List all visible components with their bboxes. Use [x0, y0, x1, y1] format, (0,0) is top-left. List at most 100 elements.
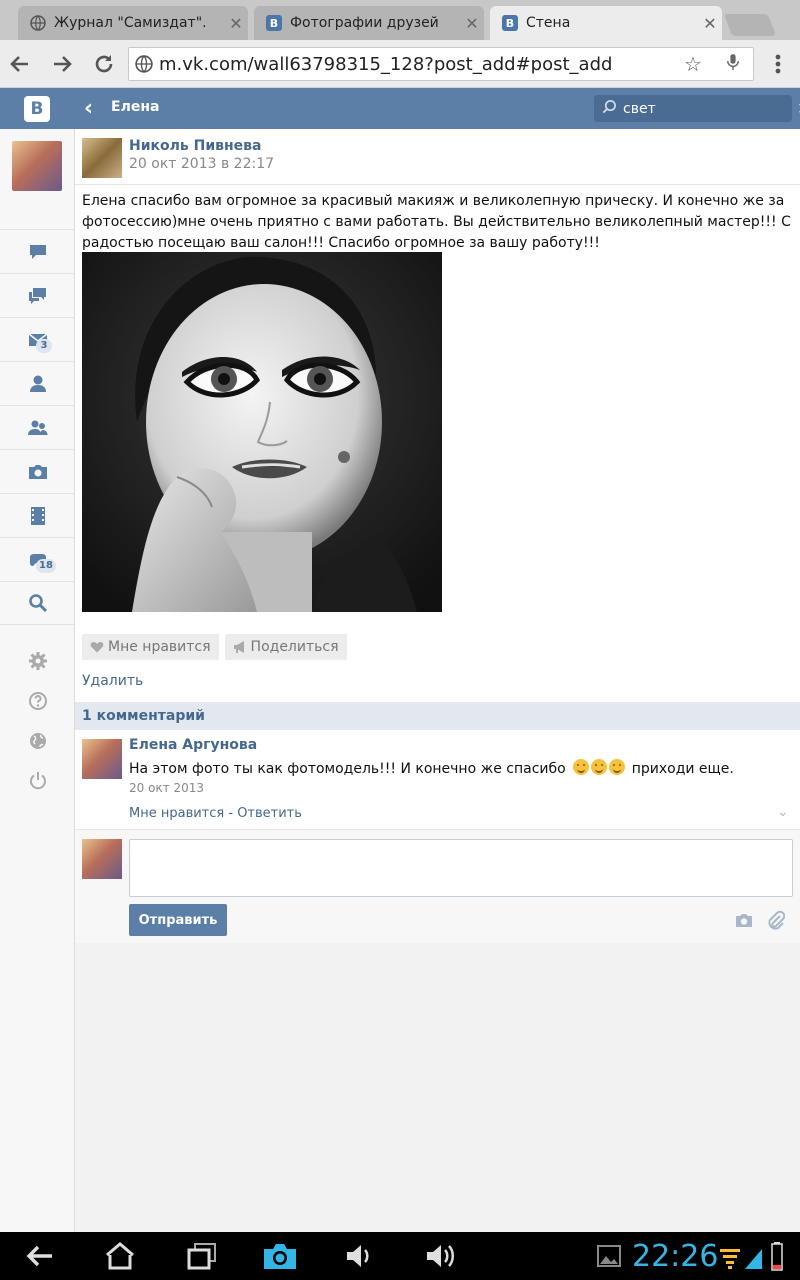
gallery-notification-icon	[597, 1245, 621, 1267]
comment-links: Мне нравится - Ответить	[129, 806, 302, 821]
forward-arrow-icon[interactable]	[50, 52, 74, 76]
smile-emoji-icons	[572, 759, 626, 779]
comment-like-link[interactable]: Мне нравится	[129, 806, 224, 821]
tab-title: Стена	[526, 15, 571, 31]
comment-item: Елена Аргунова На этом фото ты как фотом…	[75, 730, 800, 829]
comment-links-separator: -	[224, 806, 238, 821]
comment-input[interactable]	[129, 839, 793, 897]
volume-up-icon[interactable]	[424, 1241, 456, 1271]
sidebar-item-groups[interactable]	[0, 405, 75, 449]
search-input[interactable]	[617, 100, 797, 117]
back-icon[interactable]	[24, 1241, 56, 1271]
heart-icon	[90, 642, 104, 653]
vk-icon: B	[502, 15, 518, 31]
bookmark-star-icon[interactable]: ☆	[673, 52, 713, 76]
post-photo[interactable]	[82, 252, 442, 612]
sidebar-item-photos[interactable]	[0, 449, 75, 493]
smile-icon	[572, 759, 589, 775]
close-icon[interactable]: ✕	[460, 14, 484, 33]
sidebar-item-language[interactable]	[0, 721, 75, 761]
comment-author[interactable]: Елена Аргунова	[129, 737, 257, 753]
close-icon[interactable]: ✕	[224, 14, 248, 33]
search-icon	[602, 99, 617, 118]
delete-link[interactable]: Удалить	[82, 673, 143, 689]
like-button[interactable]: Мне нравится	[82, 634, 219, 660]
smile-icon	[608, 759, 625, 775]
close-icon[interactable]: ✕	[698, 14, 722, 33]
news-icon	[29, 244, 46, 259]
browser-tab-strip: Журнал "Самиздат". ✕ B Фотографии друзей…	[0, 0, 800, 40]
avatar[interactable]	[12, 141, 62, 191]
globe-icon	[129, 55, 159, 73]
reply-area: Отправить	[75, 829, 800, 943]
comments-icon	[28, 287, 46, 304]
sidebar-item-logout[interactable]	[0, 761, 75, 801]
sidebar-item-search[interactable]	[0, 581, 75, 625]
sidebar-item-videos[interactable]	[0, 493, 75, 537]
recent-apps-icon[interactable]	[186, 1241, 218, 1271]
volume-down-icon[interactable]	[344, 1241, 376, 1271]
photos-icon	[28, 464, 47, 479]
friends-icon	[29, 375, 46, 392]
back-arrow-icon[interactable]	[8, 52, 32, 76]
share-label: Поделиться	[250, 639, 339, 655]
comment-reply-link[interactable]: Ответить	[237, 806, 302, 821]
tab-title: Журнал "Самиздат".	[54, 15, 207, 31]
post-header: Николь Пивнева 20 окт 2013 в 22:17	[75, 129, 800, 185]
messages-badge: 3	[36, 339, 52, 353]
comment-author-avatar[interactable]	[82, 739, 122, 779]
smile-icon	[590, 759, 607, 775]
menu-icon[interactable]	[766, 52, 790, 76]
comment-text: На этом фото ты как фотомодель!!! И коне…	[129, 759, 734, 779]
wifi-icon	[720, 1249, 740, 1269]
status-clock: 22:26	[632, 1239, 719, 1274]
tab-friends-photos[interactable]: B Фотографии друзей ✕	[254, 6, 484, 40]
avatar	[82, 839, 122, 879]
videos-icon	[30, 506, 45, 525]
post-actions: Мне нравится Поделиться	[82, 634, 347, 660]
post-date[interactable]: 20 окт 2013 в 22:17	[129, 156, 274, 172]
like-label: Мне нравится	[108, 639, 211, 655]
new-tab-button[interactable]	[723, 14, 777, 36]
signal-icon	[745, 1249, 762, 1269]
sidebar-item-comments[interactable]	[0, 273, 75, 317]
screenshot-camera-icon[interactable]	[262, 1241, 298, 1271]
post-author[interactable]: Николь Пивнева	[129, 138, 262, 154]
comment-text-tail: приходи еще.	[631, 761, 734, 777]
vk-icon: B	[266, 15, 282, 31]
tab-samizdat[interactable]: Журнал "Самиздат". ✕	[18, 6, 248, 40]
url-text[interactable]: m.vk.com/wall63798315_128?post_add#post_…	[159, 54, 673, 75]
settings-icon	[28, 652, 47, 670]
send-button[interactable]: Отправить	[129, 904, 227, 936]
attach-paperclip-icon[interactable]	[767, 910, 785, 930]
back-chevron-icon[interactable]: ‹	[84, 96, 93, 121]
camera-icon[interactable]	[735, 912, 753, 928]
microphone-icon[interactable]	[713, 52, 753, 77]
home-icon[interactable]	[104, 1241, 136, 1271]
vk-logo[interactable]: B	[24, 96, 50, 122]
sidebar-item-messages[interactable]: 3	[0, 317, 75, 361]
address-bar[interactable]: m.vk.com/wall63798315_128?post_add#post_…	[128, 47, 754, 81]
help-icon	[28, 692, 47, 710]
language-icon	[29, 733, 46, 749]
browser-toolbar: m.vk.com/wall63798315_128?post_add#post_…	[0, 40, 800, 88]
chevron-down-icon[interactable]: ⌄	[777, 804, 789, 820]
reload-icon[interactable]	[92, 52, 116, 76]
search-icon	[28, 594, 47, 613]
sidebar-item-news[interactable]	[0, 229, 75, 273]
sidebar: 3 18	[0, 129, 75, 1232]
sidebar-item-help[interactable]	[0, 681, 75, 721]
sidebar-item-settings[interactable]	[0, 641, 75, 681]
sidebar-item-friends[interactable]	[0, 361, 75, 405]
games-badge: 18	[36, 559, 56, 573]
tab-title: Фотографии друзей	[290, 15, 439, 31]
share-button[interactable]: Поделиться	[224, 634, 347, 660]
post-text: Елена спасибо вам огромное за красивый м…	[82, 193, 791, 251]
post-author-avatar[interactable]	[82, 138, 122, 178]
tab-wall[interactable]: B Стена ✕	[490, 6, 722, 40]
comment-date[interactable]: 20 окт 2013	[129, 781, 204, 795]
comment-text-main: На этом фото ты как фотомодель!!! И коне…	[129, 761, 566, 777]
sidebar-item-games[interactable]: 18	[0, 537, 75, 581]
page-title[interactable]: Елена	[111, 99, 159, 115]
header-search[interactable]: ✕	[594, 95, 800, 122]
